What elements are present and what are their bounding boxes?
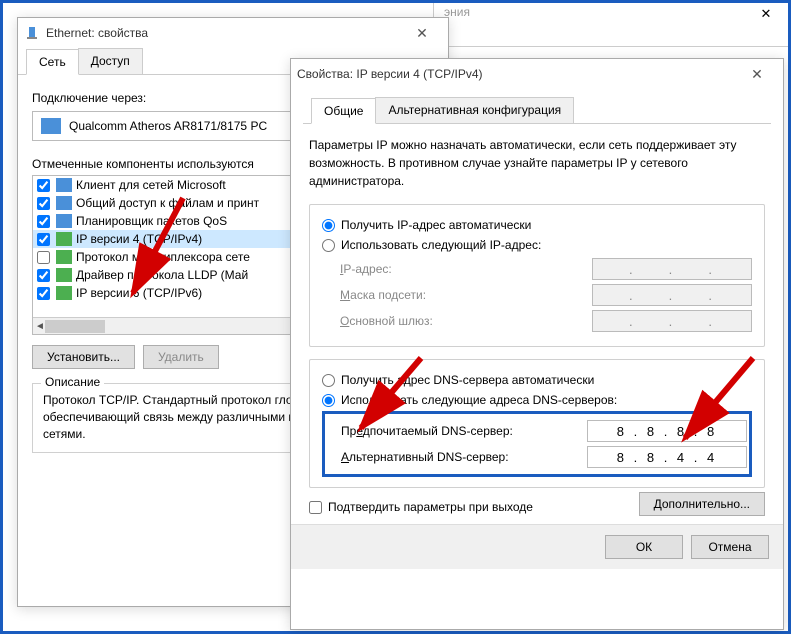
- adapter-name: Qualcomm Atheros AR8171/8175 PC: [69, 119, 267, 133]
- advanced-button[interactable]: Дополнительно...: [639, 492, 765, 516]
- gateway-input[interactable]: [592, 310, 752, 332]
- tab-general[interactable]: Общие: [311, 98, 376, 124]
- subnet-mask-label: Маска подсети:: [340, 288, 592, 302]
- component-label: Клиент для сетей Microsoft: [76, 178, 226, 192]
- dns-pref-input[interactable]: [587, 420, 747, 442]
- dns-highlight: Предпочитаемый DNS-сервер: Альтернативны…: [322, 411, 752, 477]
- validate-checkbox[interactable]: [309, 501, 322, 514]
- ok-button[interactable]: ОК: [605, 535, 683, 559]
- dns-alt-label: Альтернативный DNS-сервер:: [341, 450, 587, 464]
- window-title: Ethernet: свойства: [46, 26, 148, 40]
- window-title: Свойства: IP версии 4 (TCP/IPv4): [297, 67, 483, 81]
- component-label: IP версии 6 (TCP/IPv6): [76, 286, 202, 300]
- radio-ip-auto[interactable]: [322, 219, 335, 232]
- protocol-icon: [56, 268, 72, 282]
- radio-dns-auto-label: Получить адрес DNS-сервера автоматически: [341, 373, 594, 387]
- component-label: Общий доступ к файлам и принт: [76, 196, 259, 210]
- tab-network[interactable]: Сеть: [26, 49, 79, 75]
- protocol-icon: [56, 286, 72, 300]
- uninstall-button[interactable]: Удалить: [143, 345, 219, 369]
- radio-dns-manual[interactable]: [322, 394, 335, 407]
- component-checkbox[interactable]: [37, 197, 50, 210]
- info-text: Параметры IP можно назначать автоматичес…: [309, 136, 765, 190]
- radio-ip-auto-label: Получить IP-адрес автоматически: [341, 218, 531, 232]
- component-label: Драйвер протокола LLDP (Май: [76, 268, 248, 282]
- tab-access[interactable]: Доступ: [78, 48, 143, 74]
- protocol-icon: [56, 214, 72, 228]
- protocol-icon: [56, 250, 72, 264]
- validate-label: Подтвердить параметры при выходе: [328, 500, 533, 514]
- protocol-icon: [56, 196, 72, 210]
- close-icon[interactable]: ✕: [744, 3, 788, 25]
- background-window-fragment: эния ✕: [433, 3, 788, 47]
- ip-address-input[interactable]: [592, 258, 752, 280]
- component-checkbox[interactable]: [37, 233, 50, 246]
- component-checkbox[interactable]: [37, 179, 50, 192]
- component-checkbox[interactable]: [37, 215, 50, 228]
- network-adapter-icon: [41, 118, 61, 134]
- close-button[interactable]: ✕: [737, 59, 777, 89]
- dns-alt-input[interactable]: [587, 446, 747, 468]
- description-legend: Описание: [41, 375, 104, 389]
- ip-group: Получить IP-адрес автоматически Использо…: [309, 204, 765, 347]
- dns-group: Получить адрес DNS-сервера автоматически…: [309, 359, 765, 488]
- close-button[interactable]: ✕: [402, 18, 442, 48]
- tab-alt-config[interactable]: Альтернативная конфигурация: [375, 97, 574, 123]
- cancel-button[interactable]: Отмена: [691, 535, 769, 559]
- ipv4-properties-window: Свойства: IP версии 4 (TCP/IPv4) ✕ Общие…: [290, 58, 784, 630]
- component-label: IP версии 4 (TCP/IPv4): [76, 232, 202, 246]
- radio-dns-manual-label: Использовать следующие адреса DNS-сервер…: [341, 393, 617, 407]
- dialog-buttons: ОК Отмена: [291, 524, 783, 569]
- install-button[interactable]: Установить...: [32, 345, 135, 369]
- titlebar: Свойства: IP версии 4 (TCP/IPv4) ✕: [291, 59, 783, 89]
- gateway-label: Основной шлюз:: [340, 314, 592, 328]
- component-label: Протокол мультиплексора сете: [76, 250, 250, 264]
- radio-dns-auto[interactable]: [322, 374, 335, 387]
- component-label: Планировщик пакетов QoS: [76, 214, 227, 228]
- tabs: Общие Альтернативная конфигурация: [303, 97, 771, 124]
- protocol-icon: [56, 178, 72, 192]
- component-checkbox[interactable]: [37, 269, 50, 282]
- radio-ip-manual-label: Использовать следующий IP-адрес:: [341, 238, 541, 252]
- radio-ip-manual[interactable]: [322, 239, 335, 252]
- titlebar: Ethernet: свойства ✕: [18, 18, 448, 48]
- subnet-mask-input[interactable]: [592, 284, 752, 306]
- protocol-icon: [56, 232, 72, 246]
- component-checkbox[interactable]: [37, 251, 50, 264]
- ip-address-label: IP-адрес:: [340, 262, 592, 276]
- ethernet-icon: [24, 25, 40, 41]
- dns-pref-label: Предпочитаемый DNS-сервер:: [341, 424, 587, 438]
- component-checkbox[interactable]: [37, 287, 50, 300]
